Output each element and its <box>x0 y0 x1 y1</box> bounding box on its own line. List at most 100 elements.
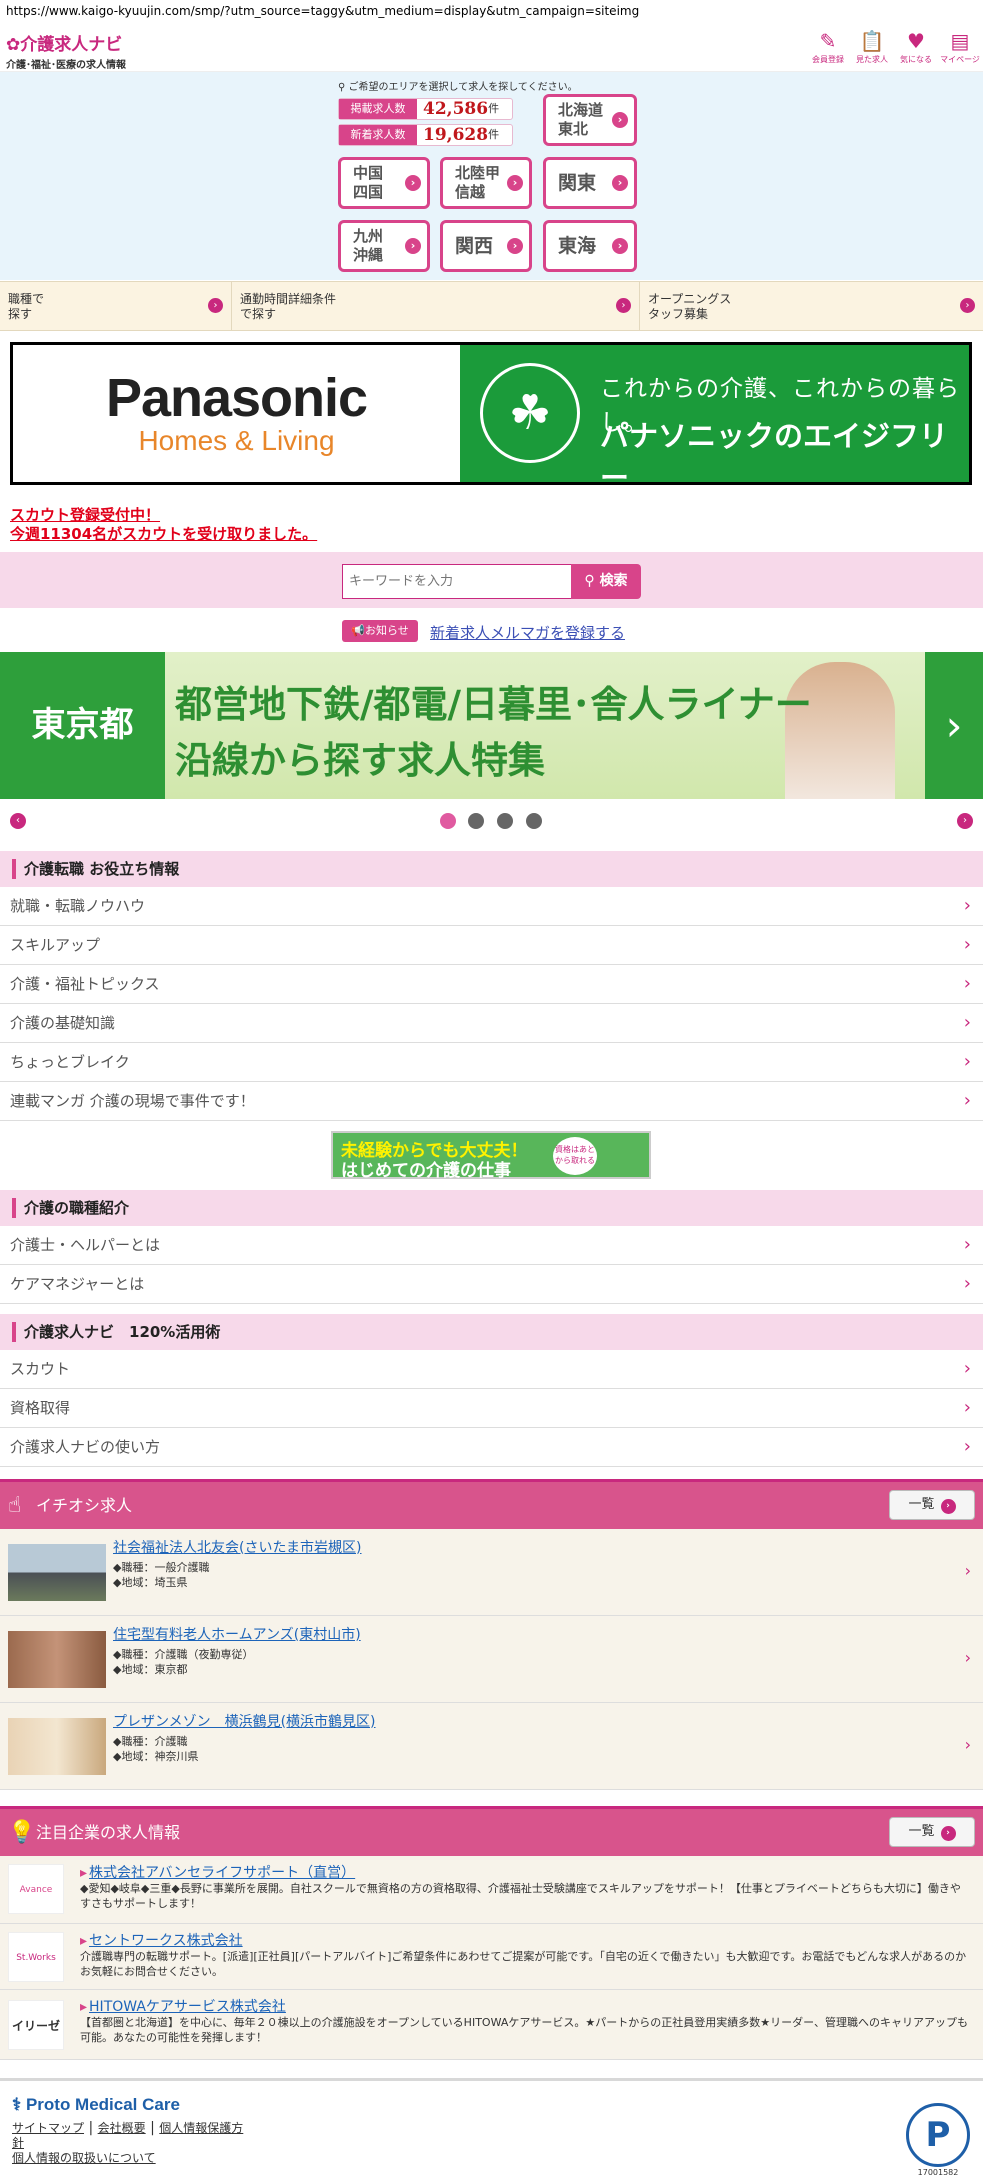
job-photo <box>8 1718 106 1775</box>
arrow-right-icon: › <box>208 298 223 313</box>
newsletter-link[interactable]: 新着求人メルマガを登録する <box>430 622 625 643</box>
pickup-list-button[interactable]: 一覧 › <box>889 1490 975 1520</box>
register-button[interactable]: ✎ 会員登録 <box>806 28 850 65</box>
company-card[interactable]: Avance 株式会社アバンセライフサポート（直営） ◆愛知◆岐阜◆三重◆長野に… <box>0 1856 983 1924</box>
heart-icon: ♥ <box>907 29 925 53</box>
site-footer: ⚕ Proto Medical Care サイトマップ | 会社概要 | 個人情… <box>0 2078 983 2182</box>
list-item[interactable]: 介護求人ナビの使い方 › <box>0 1428 983 1467</box>
chevron-right-icon: › <box>963 1397 971 1418</box>
region-kyushu-okinawa[interactable]: 九州沖縄 › <box>338 220 430 272</box>
list-item[interactable]: 就職・転職ノウハウ › <box>0 887 983 926</box>
personal-info-link[interactable]: 個人情報の取扱いについて <box>12 2151 156 2165</box>
flower-icon: ✿ <box>6 35 21 55</box>
company-name[interactable]: 株式会社アバンセライフサポート（直営） <box>80 1862 355 1882</box>
search-by-commute[interactable]: 通勤時間詳細条件で探す › <box>232 282 640 330</box>
list-item[interactable]: 介護・福祉トピックス › <box>0 965 983 1004</box>
megaphone-icon: 📢 <box>351 624 365 637</box>
company-logo: Avance <box>8 1864 64 1914</box>
region-hokkaido-tohoku[interactable]: 北海道東北 › <box>543 94 637 146</box>
chevron-right-icon: › <box>963 895 971 916</box>
arrow-right-icon: › <box>405 238 421 254</box>
panasonic-ad[interactable]: Panasonic Homes & Living ☘ これからの介護、これからの… <box>10 342 972 495</box>
logo-title: 介護求人ナビ <box>20 35 123 55</box>
proto-logo-icon: ⚕ <box>12 2095 22 2114</box>
company-name[interactable]: セントワークス株式会社 <box>80 1930 243 1950</box>
list-item[interactable]: スカウト › <box>0 1350 983 1389</box>
footer-links: サイトマップ | 会社概要 | 個人情報保護方針 個人情報の取扱いについて <box>12 2120 244 2166</box>
region-hokuriku[interactable]: 北陸甲信越 › <box>440 157 532 209</box>
listed-count: 掲載求人数 42,586件 <box>338 98 513 120</box>
address-bar[interactable]: https://www.kaigo-kyuujin.com/smp/?utm_s… <box>0 0 983 26</box>
job-card[interactable]: プレザンメゾン 横浜鶴見(横浜市鶴見区) ◆職種：介護職 ◆地域：神奈川県 › <box>0 1703 983 1790</box>
lightbulb-icon: 💡 <box>8 1820 36 1845</box>
site-logo[interactable]: ✿介護求人ナビ 介護･福祉･医療の求人情報 <box>6 30 126 71</box>
keyword-input[interactable] <box>342 564 572 599</box>
sitemap-link[interactable]: サイトマップ <box>12 2121 84 2135</box>
chevron-right-icon: › <box>964 1561 971 1580</box>
chevron-right-icon: › <box>963 1273 971 1294</box>
search-icon: ⚲ <box>584 573 595 589</box>
arrow-right-icon: › <box>612 112 628 128</box>
footer-brand[interactable]: ⚕ Proto Medical Care <box>12 2095 180 2115</box>
pin-icon: ⚲ <box>338 82 346 93</box>
carousel-dot[interactable] <box>468 813 484 829</box>
carousel-prev-button[interactable]: ‹ <box>10 813 26 829</box>
mypage-button[interactable]: ▤ マイページ <box>938 28 982 65</box>
pencil-icon: ✎ <box>819 29 837 53</box>
list-item[interactable]: 介護士・ヘルパーとは › <box>0 1226 983 1265</box>
region-tokai[interactable]: 東海 › <box>543 220 637 272</box>
region-chugoku-shikoku[interactable]: 中国四国 › <box>338 157 430 209</box>
job-title[interactable]: 住宅型有料老人ホームアンズ(東村山市) <box>113 1624 361 1644</box>
carousel-dot[interactable] <box>526 813 542 829</box>
list-item[interactable]: スキルアップ › <box>0 926 983 965</box>
section-useful-info-title: 介護転職 お役立ち情報 <box>0 851 983 887</box>
list-item[interactable]: 連載マンガ 介護の現場で事件です！ › <box>0 1082 983 1121</box>
area-hint: ⚲ ご希望のエリアを選択して求人を探してください。 <box>338 82 578 93</box>
viewed-jobs-button[interactable]: 📋 見た求人 <box>850 28 894 65</box>
job-photo <box>8 1631 106 1688</box>
featured-list-button[interactable]: 一覧 › <box>889 1817 975 1847</box>
banner-arrow-icon[interactable]: › <box>925 652 983 799</box>
job-card[interactable]: 住宅型有料老人ホームアンズ(東村山市) ◆職種：介護職（夜勤専従） ◆地域：東京… <box>0 1616 983 1703</box>
chevron-right-icon: › <box>963 1090 971 1111</box>
search-by-job-type[interactable]: 職種で探す › <box>0 282 232 330</box>
arrow-right-icon: › <box>612 238 628 254</box>
search-button[interactable]: ⚲ 検索 <box>571 564 641 599</box>
list-item[interactable]: ちょっとブレイク › <box>0 1043 983 1082</box>
company-link[interactable]: 会社概要 <box>98 2121 146 2135</box>
job-title[interactable]: 社会福祉法人北友会(さいたま市岩槻区) <box>113 1537 362 1557</box>
family-emblem-icon: ☘ <box>480 363 580 463</box>
job-title[interactable]: プレザンメゾン 横浜鶴見(横浜市鶴見区) <box>113 1711 376 1731</box>
arrow-right-icon: › <box>940 1826 956 1841</box>
chevron-right-icon: › <box>963 1358 971 1379</box>
ad-brand-panel: Panasonic Homes & Living <box>13 345 460 482</box>
beginner-banner[interactable]: 未経験からでも大丈夫！ はじめての介護の仕事 資格はあとから取れる <box>331 1131 651 1181</box>
feature-banner[interactable]: 東京都 都営地下鉄/都電/日暮里･舎人ライナー 沿線から探す求人特集 › <box>0 652 983 799</box>
favorites-button[interactable]: ♥ 気になる <box>894 28 938 65</box>
company-card[interactable]: イリーゼ HITOWAケアサービス株式会社 【首都圏と北海道】を中心に、毎年２０… <box>0 1990 983 2060</box>
arrow-right-icon: › <box>507 175 523 191</box>
list-item[interactable]: 介護の基礎知識 › <box>0 1004 983 1043</box>
list-item[interactable]: 資格取得 › <box>0 1389 983 1428</box>
carousel-next-button[interactable]: › <box>957 813 973 829</box>
pickup-title: イチオシ求人 <box>36 1496 133 1515</box>
banner-prefecture: 東京都 <box>0 652 165 799</box>
ad-message-panel: ☘ これからの介護、これからの暮らし。 パナソニックのエイジフリー <box>460 345 969 495</box>
region-kanto[interactable]: 関東 › <box>543 157 637 209</box>
region-kansai[interactable]: 関西 › <box>440 220 532 272</box>
arrow-right-icon: › <box>960 298 975 313</box>
carousel-dot[interactable] <box>497 813 513 829</box>
opening-staff-link[interactable]: オープニングスタッフ募集 › <box>640 282 983 330</box>
section-usage-title: 介護求人ナビ 120%活用術 <box>0 1314 983 1350</box>
list-item[interactable]: ケアマネジャーとは › <box>0 1265 983 1304</box>
featured-title: 注目企業の求人情報 <box>36 1823 181 1842</box>
chevron-right-icon: › <box>963 1234 971 1255</box>
job-card[interactable]: 社会福祉法人北友会(さいたま市岩槻区) ◆職種：一般介護職 ◆地域：埼玉県 › <box>0 1529 983 1616</box>
job-photo <box>8 1544 106 1601</box>
company-name[interactable]: HITOWAケアサービス株式会社 <box>80 1996 286 2016</box>
scout-link[interactable]: スカウト登録受付中！ 今週11304名がスカウトを受け取りました。 <box>10 506 317 544</box>
carousel-dot[interactable] <box>440 813 456 829</box>
arrow-right-icon: › <box>405 175 421 191</box>
banner-main: 都営地下鉄/都電/日暮里･舎人ライナー 沿線から探す求人特集 <box>165 652 925 799</box>
company-card[interactable]: St.Works セントワークス株式会社 介護職専門の転職サポート。[派遣][正… <box>0 1924 983 1990</box>
